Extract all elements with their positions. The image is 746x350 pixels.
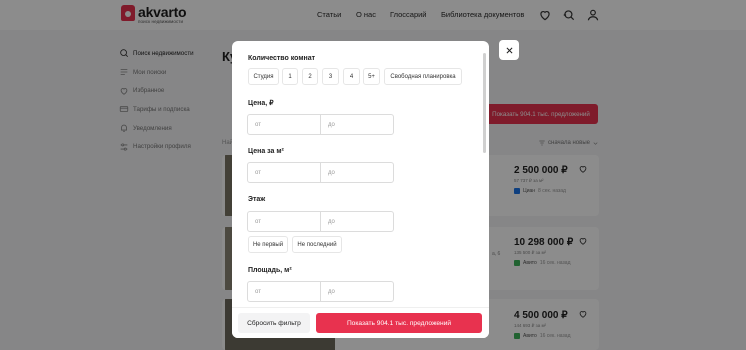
rooms-option-3[interactable]: 3 <box>322 68 339 85</box>
floor-title: Этаж <box>248 196 266 203</box>
rooms-option-studio[interactable]: Студия <box>248 68 279 85</box>
rooms-title: Количество комнат <box>248 55 316 62</box>
floor-from-input[interactable]: от <box>248 212 321 231</box>
rooms-option-5plus[interactable]: 5+ <box>363 68 380 85</box>
price-per-m2-to-input[interactable]: до <box>321 163 393 182</box>
floor-not-first-chip[interactable]: Не первый <box>248 236 288 253</box>
rooms-option-1[interactable]: 1 <box>282 68 298 85</box>
close-modal-button[interactable] <box>499 40 519 60</box>
floor-not-last-chip[interactable]: Не последний <box>292 236 342 253</box>
price-per-m2-title: Цена за м² <box>248 148 284 155</box>
area-from-input[interactable]: от <box>248 282 321 301</box>
area-title: Площадь, м² <box>248 267 292 274</box>
reset-filter-button[interactable]: Сбросить фильтр <box>238 313 310 333</box>
show-results-button[interactable]: Показать 904.1 тыс. предложений <box>316 313 482 333</box>
area-range: от до <box>247 281 394 302</box>
price-title: Цена, ₽ <box>248 100 274 107</box>
filter-modal-body[interactable]: Количество комнат Студия 1 2 3 4 5+ Своб… <box>232 41 489 307</box>
price-from-input[interactable]: от <box>248 115 321 134</box>
price-per-m2-range: от до <box>247 162 394 183</box>
close-icon <box>506 47 512 53</box>
price-to-input[interactable]: до <box>321 115 393 134</box>
rooms-option-2[interactable]: 2 <box>302 68 318 85</box>
floor-range: от до <box>247 211 394 232</box>
floor-to-input[interactable]: до <box>321 212 393 231</box>
filter-modal-footer: Сбросить фильтр Показать 904.1 тыс. пред… <box>232 307 489 338</box>
price-per-m2-from-input[interactable]: от <box>248 163 321 182</box>
modal-scrollbar[interactable] <box>483 53 486 153</box>
filter-modal: Количество комнат Студия 1 2 3 4 5+ Своб… <box>232 41 489 338</box>
rooms-option-free-layout[interactable]: Свободная планировка <box>384 68 462 85</box>
rooms-option-4[interactable]: 4 <box>343 68 360 85</box>
area-to-input[interactable]: до <box>321 282 393 301</box>
price-range: от до <box>247 114 394 135</box>
